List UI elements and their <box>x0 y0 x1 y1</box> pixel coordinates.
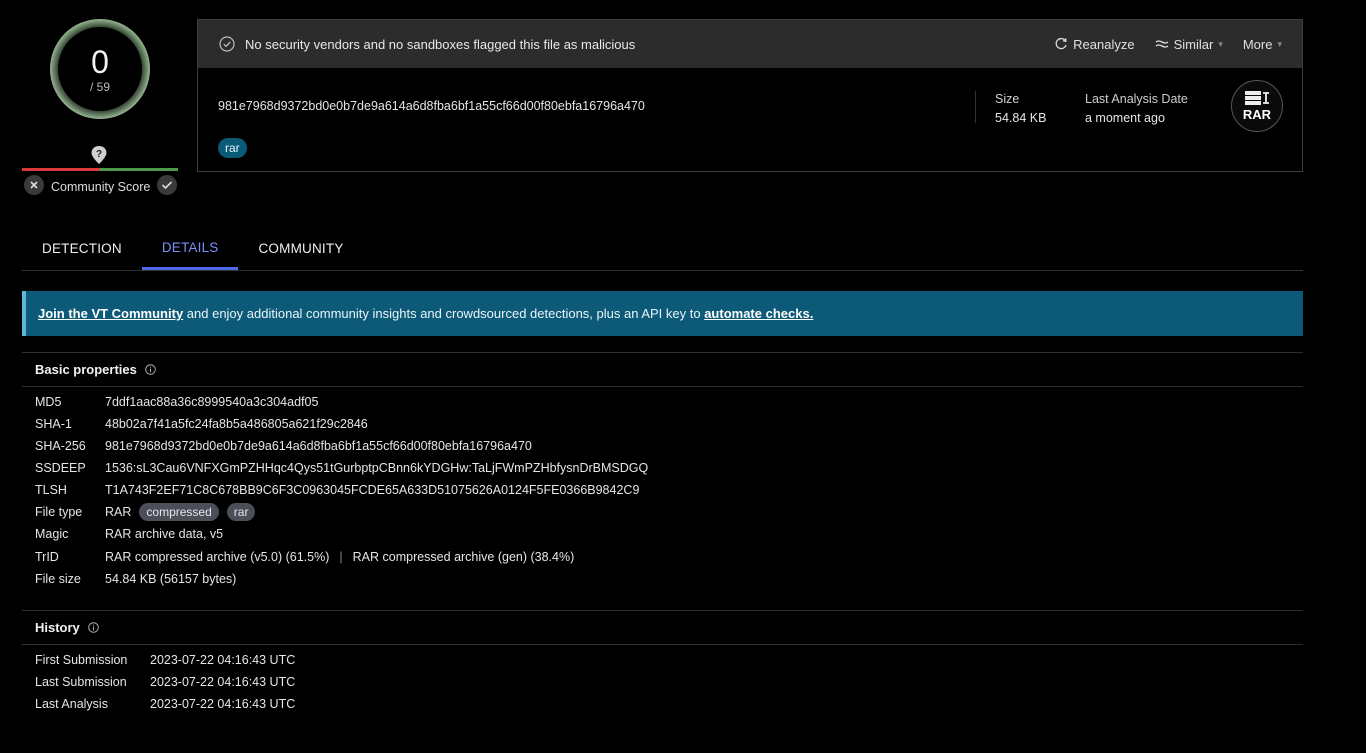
verdict-banner: No security vendors and no sandboxes fla… <box>198 20 1302 68</box>
file-summary-card: No security vendors and no sandboxes fla… <box>197 19 1303 172</box>
date-label: Last Analysis Date <box>1085 92 1188 106</box>
score-inner: 0 / 59 <box>58 27 142 111</box>
magic-value: RAR archive data, v5 <box>105 527 224 541</box>
svg-text:?: ? <box>96 149 102 160</box>
history-header: History <box>22 610 1303 645</box>
community-score-bar <box>22 168 178 171</box>
analysis-date-meta: Last Analysis Date a moment ago <box>1085 90 1188 128</box>
history-key: Last Analysis <box>35 697 108 711</box>
join-community-link[interactable]: Join the VT Community <box>38 306 183 321</box>
property-row: TLSH T1A743F2EF71C8C678BB9C6F3C0963045FC… <box>35 479 639 501</box>
divider <box>975 91 976 123</box>
sha256-value[interactable]: 981e7968d9372bd0e0b7de9a614a6d8fba6bf1a5… <box>105 439 532 453</box>
chevron-down-icon: ▾ <box>1218 38 1223 49</box>
close-icon <box>30 181 38 189</box>
history-row: First Submission 2023-07-22 04:16:43 UTC <box>35 649 295 671</box>
verdict-message: No security vendors and no sandboxes fla… <box>245 36 636 52</box>
reanalyze-label: Reanalyze <box>1073 36 1135 52</box>
property-row: MD5 7ddf1aac88a36c8999540a3c304adf05 <box>35 391 318 413</box>
similar-button[interactable]: Similar ▾ <box>1155 37 1223 52</box>
property-key: TLSH <box>35 483 67 497</box>
more-button[interactable]: More ▾ <box>1243 37 1282 52</box>
info-banner-text: and enjoy additional community insights … <box>183 306 705 321</box>
tab-details[interactable]: DETAILS <box>141 227 239 270</box>
property-key: SSDEEP <box>35 461 86 475</box>
file-size-meta: Size 54.84 KB <box>995 90 1046 128</box>
history-key: Last Submission <box>35 675 127 689</box>
first-submission-value: 2023-07-22 04:16:43 UTC <box>150 653 296 667</box>
trid-value-1: RAR compressed archive (v5.0) (61.5%) <box>105 550 330 564</box>
automate-checks-link[interactable]: automate checks. <box>704 306 813 321</box>
similar-label: Similar <box>1173 36 1214 52</box>
date-value: a moment ago <box>1085 111 1165 125</box>
tab-community[interactable]: COMMUNITY <box>238 227 363 270</box>
property-key: File size <box>35 572 81 586</box>
history-row: Last Submission 2023-07-22 04:16:43 UTC <box>35 671 295 693</box>
property-row: SHA-256 981e7968d9372bd0e0b7de9a614a6d8f… <box>35 435 532 457</box>
trid-separator: | <box>339 550 343 564</box>
vote-harmless-button[interactable] <box>157 175 177 195</box>
detection-score-gauge: 0 / 59 <box>50 19 150 119</box>
history-key: First Submission <box>35 653 128 667</box>
info-icon[interactable] <box>145 364 156 375</box>
size-value: 54.84 KB <box>995 111 1047 125</box>
tlsh-value[interactable]: T1A743F2EF71C8C678BB9C6F3C0963045FCDE65A… <box>105 483 639 497</box>
community-info-banner: Join the VT Community and enjoy addition… <box>22 291 1303 336</box>
basic-properties-header: Basic properties <box>22 352 1303 387</box>
sha1-value[interactable]: 48b02a7f41a5fc24fa8b5a486805a621f29c2846 <box>105 417 368 431</box>
property-key: SHA-1 <box>35 417 72 431</box>
chevron-down-icon: ▾ <box>1277 38 1282 49</box>
refresh-icon <box>1055 37 1067 50</box>
reanalyze-button[interactable]: Reanalyze <box>1054 36 1135 52</box>
md5-value[interactable]: 7ddf1aac88a36c8999540a3c304adf05 <box>105 395 318 409</box>
report-tabs: DETECTION DETAILS COMMUNITY <box>22 227 1303 271</box>
engine-total: / 59 <box>89 79 110 94</box>
more-label: More <box>1242 36 1273 52</box>
check-icon <box>161 181 173 190</box>
filetype-value: RAR <box>105 505 132 519</box>
file-tag[interactable]: rar <box>218 138 247 158</box>
detection-count: 0 <box>91 43 109 80</box>
file-type-badge: RAR <box>1231 80 1283 132</box>
last-submission-value: 2023-07-22 04:16:43 UTC <box>150 675 296 689</box>
property-row: SHA-1 48b02a7f41a5fc24fa8b5a486805a621f2… <box>35 413 368 435</box>
history-row: Last Analysis 2023-07-22 04:16:43 UTC <box>35 693 295 715</box>
property-row: File type RAR compressed rar <box>35 501 256 523</box>
property-row: SSDEEP 1536:sL3Cau6VNFXGmPZHHqc4Qys51tGu… <box>35 457 648 479</box>
community-score-label: Community Score <box>51 180 151 194</box>
property-row: Magic RAR archive data, v5 <box>35 523 223 545</box>
question-marker-icon: ? <box>90 145 108 164</box>
file-type-label: RAR <box>1242 107 1272 122</box>
check-circle-icon <box>219 36 235 52</box>
property-row: TrID RAR compressed archive (v5.0) (61.5… <box>35 546 574 568</box>
vote-malicious-button[interactable] <box>24 175 44 195</box>
size-label: Size <box>995 92 1020 106</box>
archive-icon <box>1245 91 1269 105</box>
last-analysis-value: 2023-07-22 04:16:43 UTC <box>150 697 296 711</box>
property-key: Magic <box>35 527 69 541</box>
property-row: File size 54.84 KB (56157 bytes) <box>35 568 236 590</box>
property-key: File type <box>35 505 83 519</box>
basic-properties-title: Basic properties <box>35 362 137 377</box>
ssdeep-value[interactable]: 1536:sL3Cau6VNFXGmPZHHqc4Qys51tGurbptpCB… <box>105 461 648 475</box>
file-hash[interactable]: 981e7968d9372bd0e0b7de9a614a6d8fba6bf1a5… <box>218 99 645 113</box>
filetype-tag-compressed[interactable]: compressed <box>139 503 219 521</box>
property-key: TrID <box>35 550 59 564</box>
similar-icon <box>1155 40 1168 48</box>
info-icon[interactable] <box>87 622 99 633</box>
property-key: MD5 <box>35 395 62 409</box>
tab-detection[interactable]: DETECTION <box>22 227 142 270</box>
filesize-value: 54.84 KB (56157 bytes) <box>105 572 237 586</box>
filetype-tag-rar[interactable]: rar <box>226 503 256 521</box>
property-key: SHA-256 <box>35 439 86 453</box>
trid-value-2: RAR compressed archive (gen) (38.4%) <box>352 550 575 564</box>
history-title: History <box>35 620 80 635</box>
